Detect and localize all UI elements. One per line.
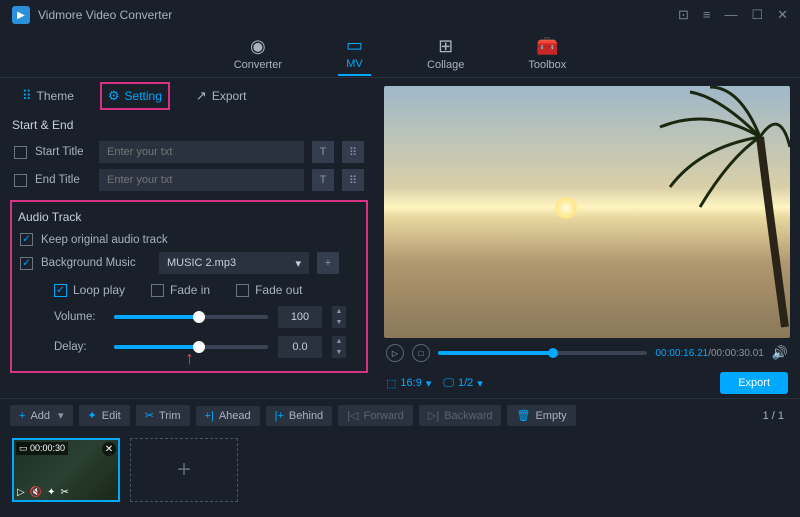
preview-panel: ▷ □ 00:00:16.21/00:00:30.01 🔊 ⬚16:9▾ 🖵1/… [378, 78, 800, 398]
audio-heading: Audio Track [14, 206, 364, 230]
zoom-select[interactable]: 🖵1/2▾ [443, 377, 482, 390]
add-clip-button[interactable]: + [130, 438, 238, 502]
behind-button[interactable]: |+Behind [266, 406, 333, 426]
edit-button[interactable]: ✦Edit [79, 405, 130, 426]
minimize-icon[interactable]: — [724, 7, 737, 23]
start-text-style-button[interactable]: T [312, 141, 334, 163]
seek-bar[interactable] [438, 351, 647, 355]
nav-converter[interactable]: ◉ Converter [226, 32, 290, 75]
tab-export[interactable]: ↗ Export [190, 84, 253, 108]
clip-trim-icon[interactable]: ✂ [61, 487, 69, 498]
export-button[interactable]: Export [720, 372, 788, 394]
clip-duration: ▭ 00:00:30 [16, 442, 68, 455]
end-text-style-button[interactable]: T [312, 169, 334, 191]
clip-remove-button[interactable]: ✕ [102, 442, 116, 456]
volume-stepper[interactable]: ▲▼ [332, 306, 346, 328]
annotation-arrow: ↑ [185, 348, 194, 369]
nav-collage[interactable]: ⊞ Collage [419, 32, 472, 75]
feedback-icon[interactable]: ⊡ [678, 7, 689, 23]
empty-button[interactable]: 🗑Empty [507, 405, 575, 426]
backward-button[interactable]: ▷|Backward [419, 405, 502, 426]
start-title-input[interactable] [99, 141, 304, 163]
fade-out-checkbox[interactable] [236, 284, 249, 297]
zoom-icon: 🖵 [443, 377, 454, 390]
tab-theme[interactable]: ⠿ Theme [16, 84, 80, 108]
ahead-button[interactable]: +|Ahead [196, 406, 260, 426]
end-title-checkbox[interactable] [14, 174, 27, 187]
keep-original-checkbox[interactable] [20, 233, 33, 246]
end-text-extra-button[interactable]: ⠿ [342, 169, 364, 191]
nav-mv[interactable]: ▭ MV [338, 31, 371, 76]
clip-strip: ▭ 00:00:30 ✕ ▷ 🔇 ✦ ✂ + [0, 432, 800, 508]
stop-button[interactable]: □ [412, 344, 430, 362]
delay-stepper[interactable]: ▲▼ [332, 336, 346, 358]
app-logo: ▶ [12, 6, 30, 24]
add-music-button[interactable]: + [317, 252, 339, 274]
app-title: Vidmore Video Converter [38, 8, 172, 22]
volume-icon[interactable]: 🔊 [772, 345, 788, 361]
bg-music-select[interactable]: MUSIC 2.mp3 ▾ [159, 252, 309, 274]
theme-icon: ⠿ [22, 88, 32, 104]
toolbox-icon: 🧰 [536, 36, 558, 57]
tab-setting[interactable]: ⚙ Setting [100, 82, 170, 110]
play-button[interactable]: ▷ [386, 344, 404, 362]
aspect-icon: ⬚ [386, 377, 396, 390]
clip-mute-icon[interactable]: 🔇 [30, 487, 42, 498]
export-icon: ↗ [196, 88, 207, 104]
volume-slider[interactable] [114, 315, 268, 319]
trim-button[interactable]: ✂Trim [136, 405, 190, 426]
start-title-label: Start Title [35, 146, 91, 158]
start-title-checkbox[interactable] [14, 146, 27, 159]
clip-thumbnail[interactable]: ▭ 00:00:30 ✕ ▷ 🔇 ✦ ✂ [12, 438, 120, 502]
nav-toolbox[interactable]: 🧰 Toolbox [520, 32, 574, 75]
collage-icon: ⊞ [438, 36, 453, 57]
clip-effect-icon[interactable]: ✦ [47, 487, 55, 498]
aspect-ratio-select[interactable]: ⬚16:9▾ [386, 377, 431, 390]
end-title-input[interactable] [99, 169, 304, 191]
page-indicator: 1 / 1 [763, 410, 790, 422]
mv-icon: ▭ [346, 35, 363, 56]
fade-in-checkbox[interactable] [151, 284, 164, 297]
start-text-extra-button[interactable]: ⠿ [342, 141, 364, 163]
end-title-label: End Title [35, 174, 91, 186]
forward-button[interactable]: |◁Forward [338, 405, 413, 426]
close-icon[interactable]: ✕ [777, 7, 788, 23]
menu-icon[interactable]: ≡ [703, 7, 711, 23]
clip-play-icon[interactable]: ▷ [17, 487, 25, 498]
video-preview[interactable] [384, 86, 790, 338]
add-button[interactable]: +Add▾ [10, 405, 73, 426]
chevron-down-icon: ▾ [295, 257, 301, 270]
main-nav: ◉ Converter ▭ MV ⊞ Collage 🧰 Toolbox [0, 30, 800, 78]
palm-decoration [650, 86, 790, 338]
loop-checkbox[interactable] [54, 284, 67, 297]
converter-icon: ◉ [250, 36, 266, 57]
titlebar: ▶ Vidmore Video Converter ⊡ ≡ — ☐ ✕ [0, 0, 800, 30]
clip-toolbar: +Add▾ ✦Edit ✂Trim +|Ahead |+Behind |◁For… [0, 398, 800, 432]
maximize-icon[interactable]: ☐ [751, 7, 763, 23]
gear-icon: ⚙ [108, 88, 120, 104]
volume-value[interactable]: 100 [278, 306, 322, 328]
delay-value[interactable]: 0.0 [278, 336, 322, 358]
time-display: 00:00:16.21/00:00:30.01 [655, 348, 763, 359]
bg-music-checkbox[interactable] [20, 257, 33, 270]
start-end-heading: Start & End [0, 114, 378, 138]
